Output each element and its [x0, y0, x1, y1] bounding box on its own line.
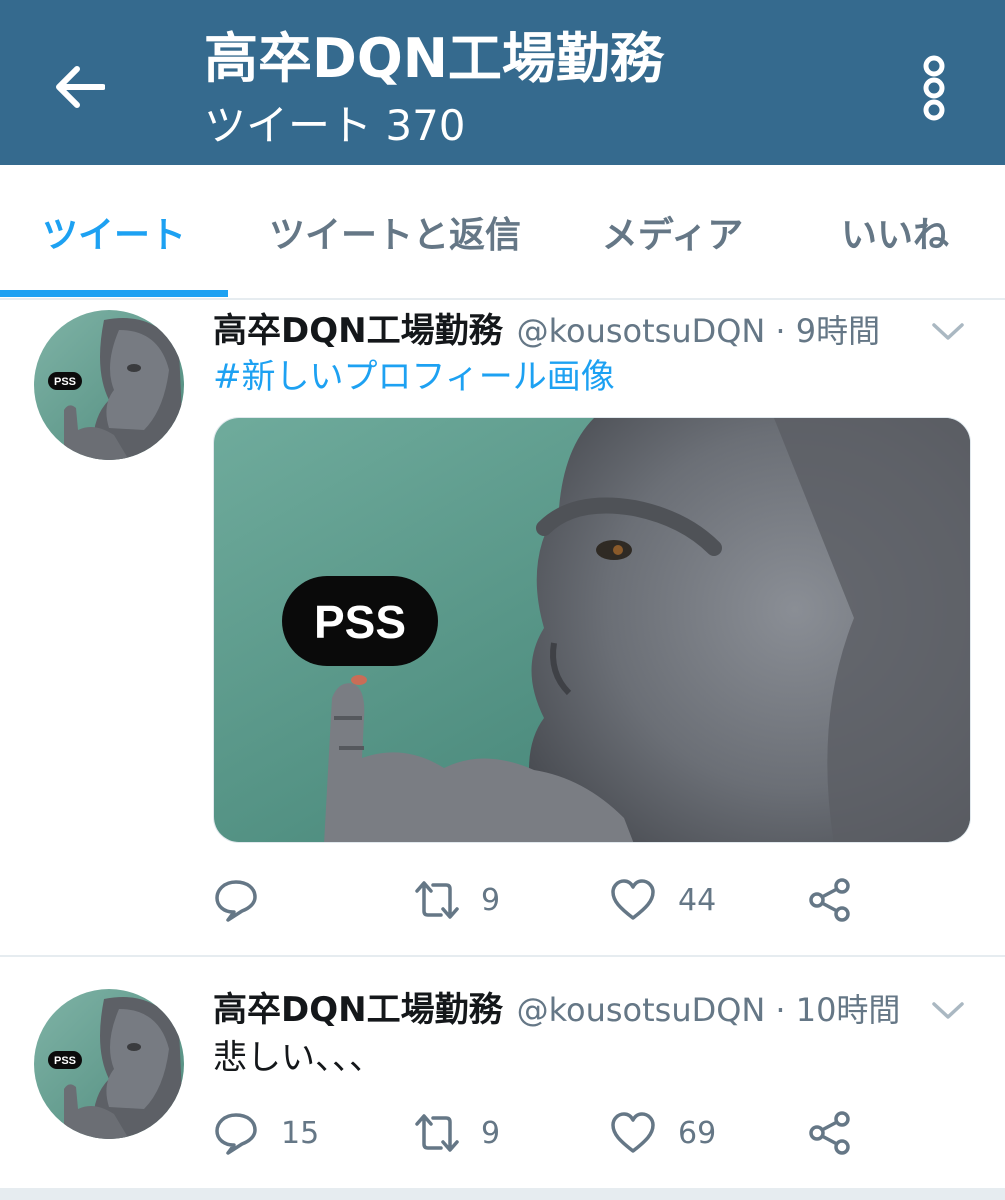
- like-count: 44: [678, 882, 717, 918]
- like-button[interactable]: 69: [610, 1105, 716, 1161]
- share-button[interactable]: [807, 872, 853, 928]
- author-handle[interactable]: @kousotsuDQN: [517, 306, 766, 356]
- heart-icon: [611, 1112, 655, 1153]
- profile-tabs: ツイート ツイートと返信 メディア いいね: [0, 165, 1005, 300]
- retweet-icon: [415, 881, 459, 919]
- share-icon: [809, 1111, 850, 1155]
- reply-icon: [215, 1113, 257, 1155]
- retweet-count: 9: [481, 1115, 501, 1151]
- tweet-actions: 9 44: [213, 872, 973, 928]
- retweet-icon: [415, 1114, 459, 1152]
- gorilla-photo: PSS: [214, 418, 970, 842]
- more-options-button[interactable]: [906, 50, 962, 126]
- pss-badge-text: PSS: [314, 596, 406, 648]
- retweet-button[interactable]: 9: [411, 1105, 500, 1161]
- more-vertical-icon: [923, 55, 945, 121]
- tweet-header: 高卒DQN工場勤務 @kousotsuDQN · 10時間: [213, 985, 900, 1035]
- gorilla-avatar-image: PSS: [34, 310, 184, 460]
- svg-text:PSS: PSS: [54, 376, 76, 388]
- retweet-count: 9: [481, 882, 501, 918]
- tweet-time: · 10時間: [775, 991, 901, 1029]
- back-button[interactable]: [40, 52, 118, 122]
- share-icon: [809, 878, 850, 922]
- tweet[interactable]: PSS 高卒DQN工場勤務 @kousotsuDQN · 10時間 悲しい、、、…: [0, 957, 1005, 1188]
- tweet-text: 悲しい、、、: [213, 1038, 383, 1078]
- tweet-menu-button[interactable]: [928, 316, 968, 346]
- avatar[interactable]: PSS: [34, 310, 184, 460]
- arrow-left-icon: [56, 66, 105, 108]
- share-button[interactable]: [807, 1105, 853, 1161]
- reply-icon: [215, 880, 257, 922]
- avatar[interactable]: PSS: [34, 989, 184, 1139]
- author-handle[interactable]: @kousotsuDQN: [517, 985, 766, 1035]
- tab-media[interactable]: メディア: [580, 165, 765, 298]
- profile-name-title: 高卒DQN工場勤務: [204, 27, 664, 90]
- tweet[interactable]: PSS 高卒DQN工場勤務 @kousotsuDQN · 9時間 #新しいプロフ…: [0, 300, 1005, 955]
- tweet-media[interactable]: PSS: [213, 417, 971, 843]
- active-tab-indicator: [0, 290, 228, 297]
- tweet-menu-button[interactable]: [928, 995, 968, 1025]
- app-header: 高卒DQN工場勤務 ツイート 370: [0, 0, 1005, 165]
- retweet-button[interactable]: 9: [411, 872, 500, 928]
- tweet-header: 高卒DQN工場勤務 @kousotsuDQN · 9時間: [213, 306, 880, 356]
- tab-tweets-and-replies[interactable]: ツイートと返信: [240, 165, 550, 298]
- author-name[interactable]: 高卒DQN工場勤務: [213, 306, 503, 356]
- heart-icon: [611, 879, 655, 920]
- reply-button[interactable]: [213, 872, 281, 928]
- tab-likes[interactable]: いいね: [820, 165, 970, 298]
- author-name[interactable]: 高卒DQN工場勤務: [213, 985, 503, 1035]
- tweet-actions: 15 9 69: [213, 1105, 973, 1161]
- chevron-down-icon: [932, 1002, 964, 1019]
- chevron-down-icon: [932, 323, 964, 340]
- hashtag-link[interactable]: #新しいプロフィール画像: [213, 357, 615, 397]
- tab-tweets[interactable]: ツイート: [0, 165, 228, 298]
- like-count: 69: [678, 1115, 717, 1151]
- svg-text:PSS: PSS: [54, 1055, 76, 1067]
- reply-button[interactable]: 15: [213, 1105, 319, 1161]
- tweet-count: ツイート 370: [204, 101, 466, 150]
- gorilla-avatar-image: PSS: [34, 989, 184, 1139]
- tweet-text: #新しいプロフィール画像: [213, 352, 615, 402]
- timeline-end-divider: [0, 1188, 1005, 1200]
- tweet-time: · 9時間: [775, 312, 881, 350]
- reply-count: 15: [281, 1115, 320, 1151]
- like-button[interactable]: 44: [610, 872, 716, 928]
